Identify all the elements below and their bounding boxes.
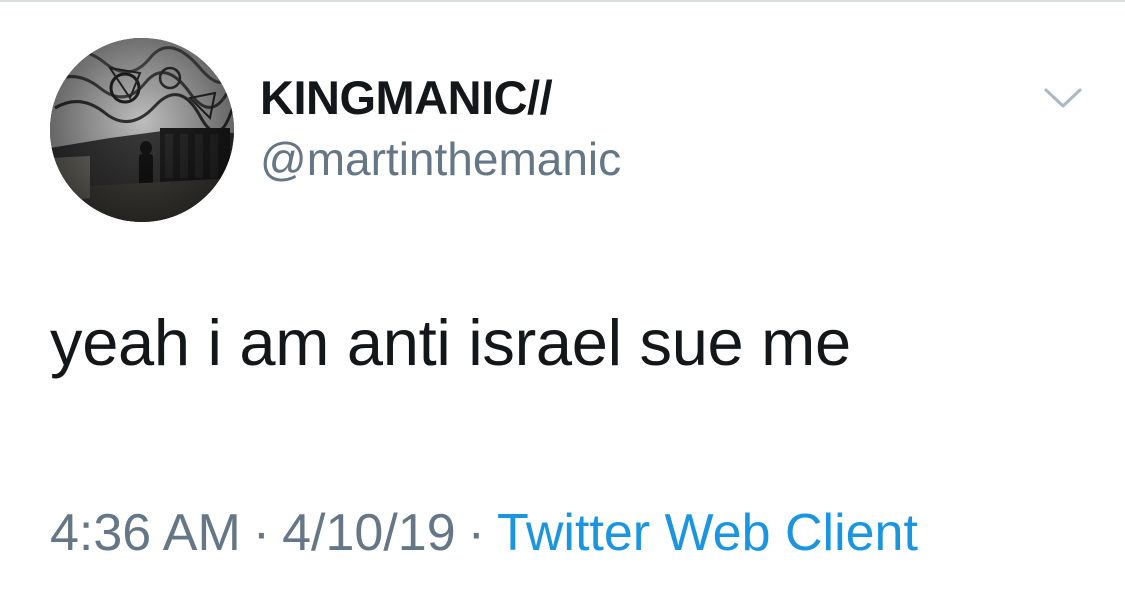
chevron-down-icon <box>1044 88 1082 108</box>
tweet-source-link[interactable]: Twitter Web Client <box>497 504 918 562</box>
avatar[interactable] <box>50 38 234 222</box>
meta-separator: · <box>467 504 485 562</box>
meta-separator: · <box>252 504 271 562</box>
author-handle[interactable]: @martinthemanic <box>260 132 621 186</box>
tweet-menu-button[interactable] <box>1040 80 1086 114</box>
tweet-date[interactable]: 4/10/19 <box>282 504 456 562</box>
tweet-meta: 4:36 AM · 4/10/19 · Twitter Web Client <box>50 503 918 563</box>
tweet-time[interactable]: 4:36 AM <box>50 504 241 562</box>
tweet-card: KINGMANIC// @martinthemanic yeah i am an… <box>0 0 1125 591</box>
avatar-image <box>50 38 234 222</box>
tweet-text: yeah i am anti israel sue me <box>50 306 851 379</box>
author-display-name[interactable]: KINGMANIC// <box>260 70 553 125</box>
